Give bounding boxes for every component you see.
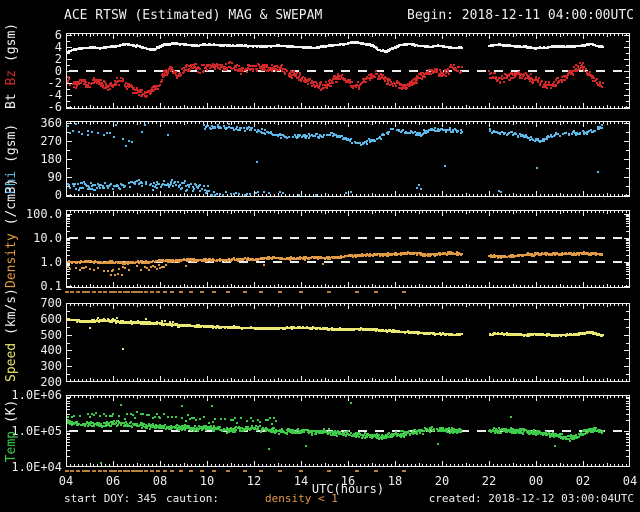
panel-canvas-speed bbox=[66, 303, 630, 382]
ace-rtsw-plot: ACE RTSW (Estimated) MAG & SWEPAM Begin:… bbox=[0, 0, 640, 512]
caution-mark bbox=[402, 291, 406, 293]
y-axis-label-mag: Bt Bz (gsm) bbox=[4, 23, 20, 109]
caution-mark bbox=[259, 470, 263, 472]
y-axis-label-part: (/cm3) bbox=[4, 178, 19, 234]
panel-canvas-mag bbox=[66, 33, 630, 109]
panel-canvas-density bbox=[66, 210, 630, 288]
caution-mark bbox=[118, 470, 122, 472]
caution-mark bbox=[86, 470, 90, 472]
caution-mark bbox=[189, 470, 193, 472]
plot-title: ACE RTSW (Estimated) MAG & SWEPAM bbox=[64, 8, 323, 23]
caution-mark bbox=[278, 291, 282, 293]
y-axis-label-speed: Speed (km/s) bbox=[4, 288, 20, 382]
caution-mark bbox=[76, 291, 80, 293]
caution-mark bbox=[98, 291, 102, 293]
caution-mark bbox=[163, 291, 167, 293]
caution-mark bbox=[402, 470, 406, 472]
begin-timestamp: Begin: 2018-12-11 04:00:00UTC bbox=[407, 8, 634, 23]
caution-mark bbox=[150, 470, 154, 472]
caution-mark bbox=[226, 291, 230, 293]
caution-mark bbox=[92, 470, 96, 472]
y-axis-label-part: Temp bbox=[4, 431, 19, 463]
caution-mark bbox=[200, 291, 204, 293]
caution-mark bbox=[92, 291, 96, 293]
caution-mark bbox=[103, 470, 107, 472]
caution-mark bbox=[170, 470, 174, 472]
caution-mark bbox=[243, 291, 247, 293]
caution-mark bbox=[259, 291, 263, 293]
caution-mark bbox=[150, 291, 154, 293]
y-axis-label-temp: Temp (K) bbox=[4, 395, 20, 467]
caution-mark bbox=[70, 470, 74, 472]
panel-canvas-temp bbox=[66, 395, 630, 467]
caution-mark bbox=[156, 291, 160, 293]
caution-mark bbox=[200, 470, 204, 472]
caution-mark bbox=[65, 470, 69, 472]
caution-mark bbox=[126, 291, 130, 293]
caution-mark bbox=[327, 470, 331, 472]
caution-mark bbox=[374, 291, 378, 293]
caution-mark bbox=[179, 291, 183, 293]
start-doy-label: start DOY: 345 bbox=[64, 492, 157, 505]
caution-mark bbox=[126, 470, 130, 472]
caution-mark bbox=[76, 470, 80, 472]
caution-mark bbox=[144, 291, 148, 293]
y-axis-label-part: Density bbox=[4, 233, 19, 288]
caution-mark bbox=[226, 470, 230, 472]
caution-mark bbox=[212, 470, 216, 472]
caution-mark bbox=[65, 291, 69, 293]
caution-mark bbox=[299, 291, 303, 293]
caution-mark bbox=[163, 470, 167, 472]
y-axis-label-part: Bz bbox=[4, 69, 19, 86]
caution-mark bbox=[113, 470, 117, 472]
caution-mark bbox=[355, 291, 359, 293]
caution-mark bbox=[103, 291, 107, 293]
caution-mark bbox=[327, 291, 331, 293]
caution-mark bbox=[212, 291, 216, 293]
caution-mark bbox=[144, 470, 148, 472]
y-axis-label-part: (gsm) bbox=[4, 123, 19, 171]
caution-mark bbox=[278, 470, 282, 472]
y-axis-label-part: (K) bbox=[4, 399, 19, 431]
y-axis-label-part: Speed bbox=[4, 342, 19, 382]
caution-mark bbox=[243, 470, 247, 472]
y-axis-label-part: (gsm) bbox=[4, 22, 19, 70]
caution-mark bbox=[113, 291, 117, 293]
caution-mark bbox=[374, 470, 378, 472]
caution-mark bbox=[139, 470, 143, 472]
y-axis-label-part: (km/s) bbox=[4, 288, 19, 343]
created-timestamp: created: 2018-12-12 03:00:04UTC bbox=[428, 492, 634, 505]
caution-mark bbox=[118, 291, 122, 293]
caution-mark bbox=[156, 470, 160, 472]
caution-mark bbox=[355, 470, 359, 472]
caution-mark bbox=[170, 291, 174, 293]
y-axis-label-part: Bt bbox=[4, 85, 19, 109]
caution-mark bbox=[299, 470, 303, 472]
caution-mark bbox=[179, 470, 183, 472]
caution-mark bbox=[86, 291, 90, 293]
caution-value: density < 1 bbox=[265, 492, 338, 505]
panel-canvas-phi bbox=[66, 121, 630, 197]
caution-label: caution: bbox=[166, 492, 219, 505]
caution-mark bbox=[98, 470, 102, 472]
y-axis-label-density: Density (/cm3) bbox=[4, 178, 20, 288]
caution-mark bbox=[70, 291, 74, 293]
caution-mark bbox=[139, 291, 143, 293]
caution-mark bbox=[189, 291, 193, 293]
